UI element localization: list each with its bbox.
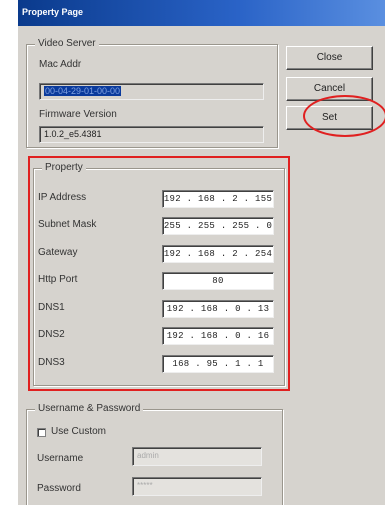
gateway-label: Gateway — [38, 247, 78, 258]
ip-address-field[interactable]: 192 . 168 . 2 . 155 — [162, 190, 274, 208]
dns2-field[interactable]: 192 . 168 . 0 . 16 — [162, 327, 274, 345]
username-password-legend: Username & Password — [35, 403, 144, 414]
http-port-label: Http Port — [38, 274, 78, 285]
use-custom-checkbox[interactable] — [37, 428, 46, 437]
property-page-window: Property Page Video Server Mac Addr 00-0… — [18, 0, 385, 505]
firmware-version-field[interactable]: 1.0.2_e5.4381 — [39, 126, 264, 143]
window-title: Property Page — [22, 7, 84, 17]
subnet-mask-label: Subnet Mask — [38, 219, 97, 230]
cancel-button[interactable]: Cancel — [286, 77, 373, 101]
dns2-label: DNS2 — [38, 329, 65, 340]
video-server-group: Video Server Mac Addr 00-04-29-01-00-00 … — [26, 38, 278, 148]
username-password-group: Username & Password Use Custom Username … — [26, 403, 283, 505]
dns3-label: DNS3 — [38, 357, 65, 368]
use-custom-label[interactable]: Use Custom — [51, 426, 106, 437]
dns3-field[interactable]: 168 . 95 . 1 . 1 — [162, 355, 274, 373]
set-button[interactable]: Set — [286, 106, 373, 130]
username-label: Username — [37, 453, 84, 464]
mac-address-field[interactable]: 00-04-29-01-00-00 — [39, 83, 264, 100]
password-field[interactable]: ***** — [132, 477, 262, 496]
gateway-field[interactable]: 192 . 168 . 2 . 254 — [162, 245, 274, 263]
title-bar[interactable]: Property Page — [18, 0, 385, 26]
dns1-label: DNS1 — [38, 302, 65, 313]
ip-address-label: IP Address — [38, 192, 87, 203]
dns1-field[interactable]: 192 . 168 . 0 . 13 — [162, 300, 274, 318]
http-port-field[interactable]: 80 — [162, 272, 274, 290]
property-group: Property IP Address 192 . 168 . 2 . 155 … — [33, 162, 285, 386]
firmware-version-label: Firmware Version — [39, 109, 117, 120]
video-server-legend: Video Server — [35, 38, 99, 49]
subnet-mask-field[interactable]: 255 . 255 . 255 . 0 — [162, 217, 274, 235]
property-legend: Property — [42, 162, 86, 173]
close-button[interactable]: Close — [286, 46, 373, 70]
username-field[interactable]: admin — [132, 447, 262, 466]
password-label: Password — [37, 483, 81, 494]
mac-address-label: Mac Addr — [39, 59, 82, 70]
mac-address-value: 00-04-29-01-00-00 — [44, 86, 122, 96]
